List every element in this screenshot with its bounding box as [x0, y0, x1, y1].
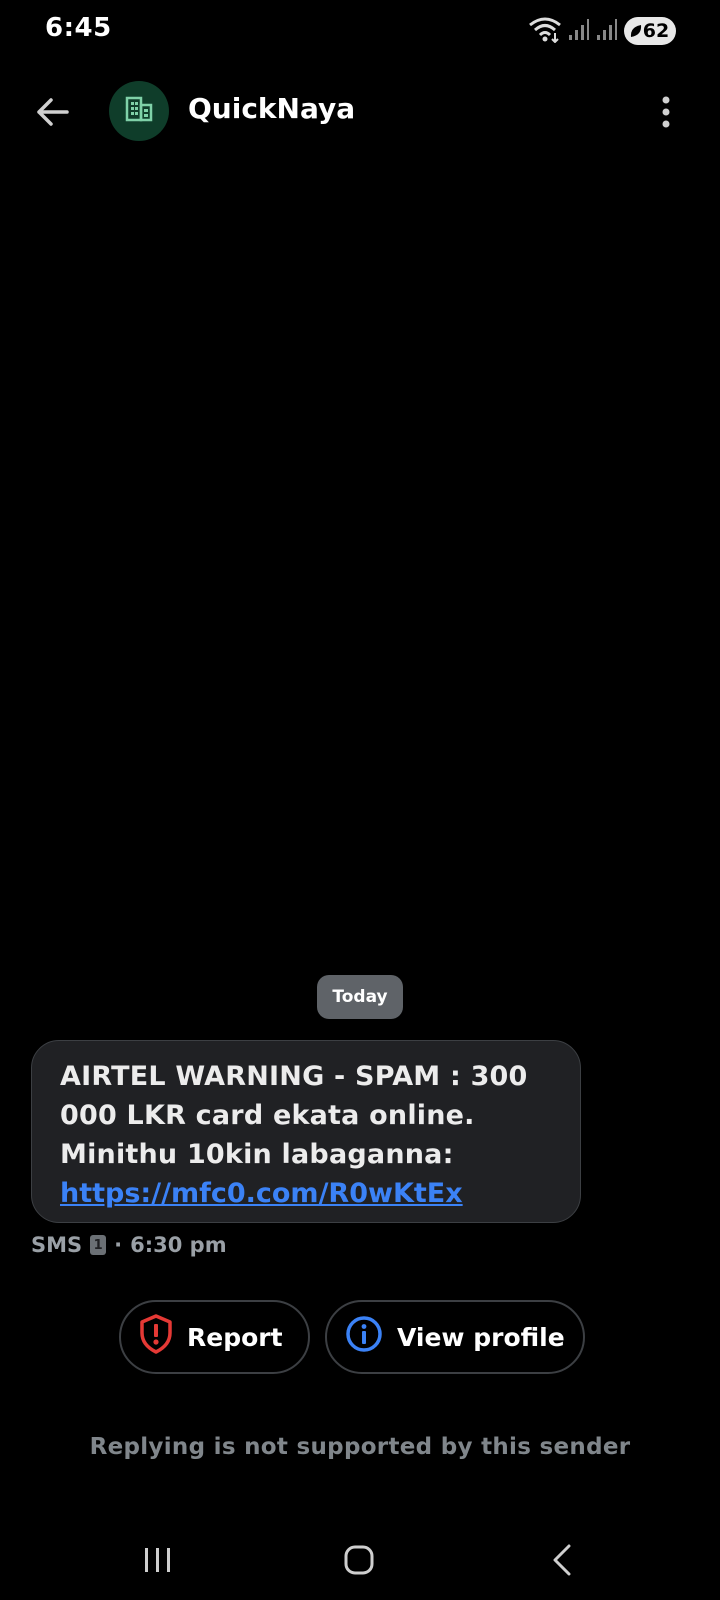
reply-not-supported-note: Replying is not supported by this sender — [89, 1434, 631, 1460]
signal-icon — [568, 17, 590, 45]
system-nav-bar — [0, 1530, 720, 1590]
recent-apps-icon[interactable] — [128, 1530, 188, 1590]
wifi-icon — [528, 15, 562, 47]
app-bar: QuickNaya — [0, 70, 720, 154]
info-icon — [345, 1315, 383, 1359]
message-meta: SMS 1 · 6:30 pm — [31, 1233, 227, 1257]
nav-back-icon[interactable] — [532, 1530, 592, 1590]
battery-level: 62 — [642, 20, 670, 42]
message-text: AIRTEL WARNING - SPAM : 300 000 LKR card… — [60, 1061, 528, 1170]
back-arrow-icon[interactable] — [28, 88, 76, 136]
date-chip: Today — [317, 975, 403, 1019]
business-icon — [125, 96, 153, 126]
avatar[interactable] — [109, 81, 169, 141]
view-profile-button[interactable]: View profile — [325, 1300, 585, 1374]
page-title[interactable]: QuickNaya — [188, 92, 355, 125]
report-label: Report — [187, 1322, 283, 1352]
view-profile-label: View profile — [397, 1322, 565, 1352]
signal-icon — [596, 17, 618, 45]
message-channel: SMS — [31, 1233, 83, 1257]
message-time: 6:30 pm — [130, 1233, 227, 1257]
sim-icon: 1 — [90, 1235, 107, 1255]
status-icons: 62 — [528, 14, 676, 48]
report-shield-icon — [139, 1314, 173, 1360]
status-bar: 6:45 62 — [0, 0, 720, 62]
message-bubble[interactable]: AIRTEL WARNING - SPAM : 300 000 LKR card… — [31, 1040, 581, 1223]
more-vert-icon[interactable] — [642, 88, 690, 136]
battery-icon: 62 — [624, 17, 676, 45]
meta-separator: · — [114, 1233, 123, 1257]
status-time: 6:45 — [45, 13, 112, 43]
report-button[interactable]: Report — [119, 1300, 310, 1374]
message-link[interactable]: https://mfc0.com/R0wKtEx — [60, 1174, 552, 1213]
home-icon[interactable] — [329, 1530, 389, 1590]
